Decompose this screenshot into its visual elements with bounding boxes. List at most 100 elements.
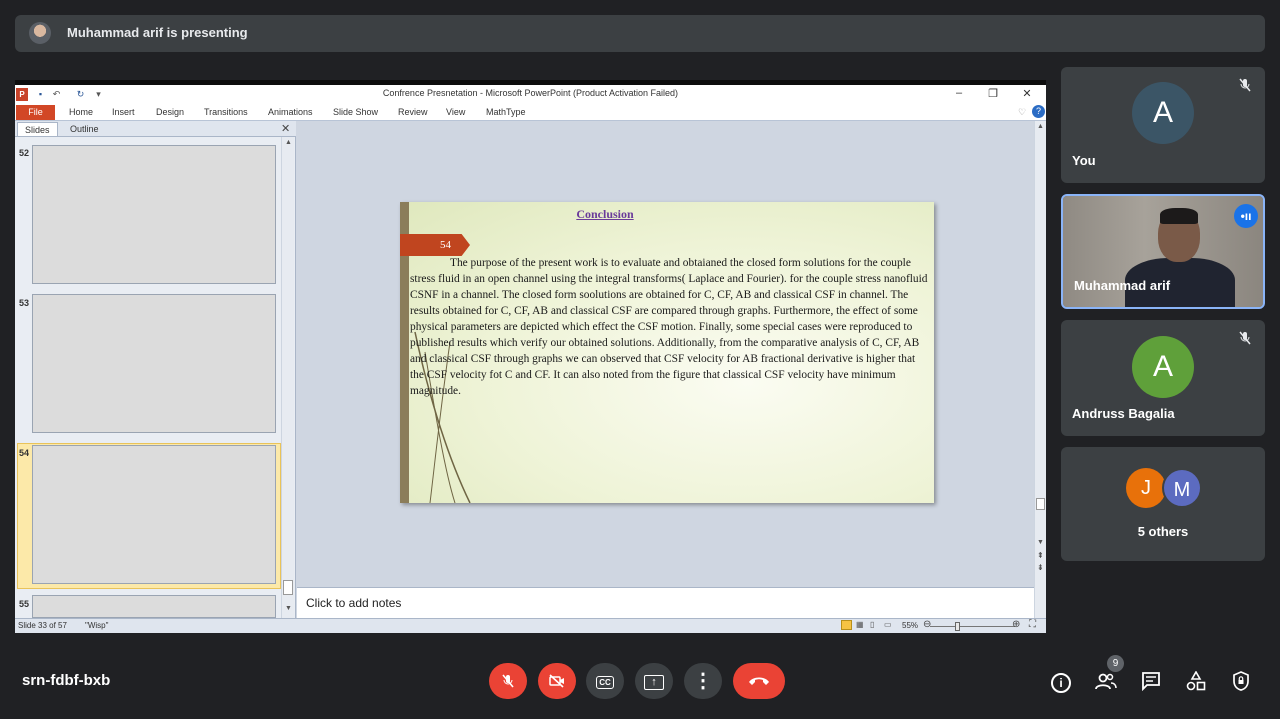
slide-thumbnail[interactable]: [32, 595, 276, 618]
slide-number: 54: [19, 448, 30, 458]
slide-thumbnail[interactable]: [32, 145, 276, 284]
slide-number-label: 54: [440, 239, 451, 251]
slide-sorter-icon[interactable]: ▦: [856, 620, 864, 629]
slide-number-tab: 54: [400, 234, 470, 256]
avatar: J: [1126, 468, 1166, 508]
help-icon[interactable]: ?: [1032, 105, 1045, 118]
scroll-down-icon[interactable]: ▼: [285, 605, 292, 612]
participant-tile-muhammad-arif[interactable]: •ıı Muhammad arif: [1061, 194, 1265, 309]
panel-tabs: Slides Outline ✕: [15, 121, 296, 137]
slides-panel: Slides Outline ✕ 52 53 54 55 ▲ ▼: [15, 121, 296, 618]
slide-thumbnail-selected[interactable]: [32, 445, 276, 584]
next-slide-icon[interactable]: ⇟: [1037, 563, 1044, 572]
host-controls-button[interactable]: [1228, 668, 1254, 694]
info-icon: i: [1051, 673, 1071, 693]
zoom-slider[interactable]: [930, 626, 1015, 627]
tab-design[interactable]: Design: [156, 107, 184, 117]
scroll-up-icon[interactable]: ▲: [1037, 123, 1044, 130]
avatar: A: [1132, 82, 1194, 144]
mic-off-icon: [1236, 78, 1254, 96]
normal-view-icon[interactable]: [841, 620, 852, 630]
slide-number: 55: [19, 599, 30, 609]
tab-file[interactable]: File: [16, 105, 55, 120]
leave-call-button[interactable]: [733, 663, 785, 699]
meeting-code: srn-fdbf-bxb: [22, 672, 111, 689]
chat-button[interactable]: [1138, 668, 1164, 694]
avatar: M: [1162, 468, 1202, 508]
tab-view[interactable]: View: [446, 107, 465, 117]
more-options-button[interactable]: ⋮: [684, 663, 722, 699]
tab-insert[interactable]: Insert: [112, 107, 135, 117]
shared-screen-powerpoint: P ▪ ↶ ↻ ▾ Confrence Presnetation - Micro…: [15, 80, 1046, 633]
mic-off-icon: [1236, 331, 1254, 349]
presenting-label: Muhammad arif is presenting: [67, 25, 248, 40]
tab-mathtype[interactable]: MathType: [486, 107, 526, 117]
people-count-badge: 9: [1107, 655, 1124, 672]
tab-outline[interactable]: Outline: [63, 122, 106, 136]
status-bar: Slide 33 of 57 "Wisp" ▦ ▯ ▭ 55% ⊖ ⊕ ⛶: [15, 618, 1046, 633]
theme-name: "Wisp": [85, 621, 109, 630]
captions-button[interactable]: CC: [586, 663, 624, 699]
participant-tile-andruss-bagalia[interactable]: A Andruss Bagalia: [1061, 320, 1265, 436]
scroll-thumb[interactable]: [1036, 498, 1045, 510]
scroll-up-icon[interactable]: ▲: [285, 139, 292, 146]
slide-thumbnail[interactable]: [32, 294, 276, 433]
participant-name: You: [1072, 153, 1096, 168]
slide-body-text: The purpose of the present work is to ev…: [410, 257, 928, 397]
panel-scrollbar[interactable]: ▲ ▼: [281, 137, 294, 618]
others-count: 5 others: [1137, 524, 1189, 539]
tab-review[interactable]: Review: [398, 107, 428, 117]
window-title: Confrence Presnetation - Microsoft Power…: [382, 88, 679, 98]
zoom-level: 55%: [902, 621, 919, 630]
video-hair: [1160, 208, 1198, 224]
editor-scrollbar[interactable]: ▲ ▼ ⇞ ⇟: [1034, 121, 1046, 618]
slide-count: Slide 33 of 57: [18, 621, 67, 630]
present-now-button[interactable]: ↑: [635, 663, 673, 699]
presenting-banner: Muhammad arif is presenting: [15, 15, 1265, 52]
chat-icon: [1142, 672, 1160, 692]
restore-icon[interactable]: ❐: [983, 87, 1003, 100]
participant-name: Andruss Bagalia: [1072, 406, 1175, 421]
activities-icon: [1186, 670, 1206, 691]
camera-toggle-button[interactable]: [538, 663, 576, 699]
reading-view-icon[interactable]: ▯: [870, 620, 874, 629]
participant-video: [1125, 208, 1235, 307]
close-icon[interactable]: ✕: [1017, 87, 1037, 100]
zoom-knob[interactable]: [955, 622, 960, 631]
end-call-icon: [749, 677, 769, 685]
participant-tile-you[interactable]: A You: [1061, 67, 1265, 183]
people-icon: [1095, 673, 1117, 690]
tab-slide-show[interactable]: Slide Show: [333, 107, 378, 117]
notes-pane[interactable]: Click to add notes: [297, 587, 1034, 618]
mic-toggle-button[interactable]: [489, 663, 527, 699]
previous-slide-icon[interactable]: ⇞: [1037, 551, 1044, 560]
minimize-icon[interactable]: –: [949, 87, 969, 99]
ppt-titlebar: P ▪ ↶ ↻ ▾ Confrence Presnetation - Micro…: [15, 85, 1046, 105]
tab-slides[interactable]: Slides: [17, 122, 58, 136]
notes-placeholder: Click to add notes: [306, 596, 402, 610]
tab-animations[interactable]: Animations: [268, 107, 313, 117]
tab-transitions[interactable]: Transitions: [204, 107, 248, 117]
shield-lock-icon: [1233, 671, 1249, 691]
slide-number: 53: [19, 298, 30, 308]
speaking-indicator-icon: •ıı: [1234, 204, 1258, 228]
mic-off-icon: [502, 674, 514, 688]
ribbon-tabs: File Home Insert Design Transitions Anim…: [15, 105, 1046, 121]
participant-tile-others[interactable]: J M 5 others: [1061, 447, 1265, 561]
close-panel-icon[interactable]: ✕: [281, 122, 290, 135]
present-screen-icon: ↑: [644, 675, 664, 690]
current-slide[interactable]: Conclusion 54 The purpose of the present…: [400, 202, 934, 503]
activities-button[interactable]: [1183, 668, 1209, 694]
camera-off-icon: [549, 674, 564, 688]
fit-to-window-icon[interactable]: ⛶: [1029, 619, 1036, 630]
zoom-in-icon[interactable]: ⊕: [1012, 619, 1020, 630]
slide-show-icon[interactable]: ▭: [884, 620, 892, 629]
avatar: A: [1132, 336, 1194, 398]
meeting-details-button[interactable]: i: [1048, 668, 1074, 694]
ribbon-minimize-icon[interactable]: ♡: [1018, 107, 1026, 118]
scroll-thumb[interactable]: [283, 580, 293, 595]
scroll-down-icon[interactable]: ▼: [1037, 539, 1044, 546]
participant-name: Muhammad arif: [1074, 278, 1171, 293]
zoom-out-icon[interactable]: ⊖: [923, 619, 931, 630]
tab-home[interactable]: Home: [69, 107, 93, 117]
